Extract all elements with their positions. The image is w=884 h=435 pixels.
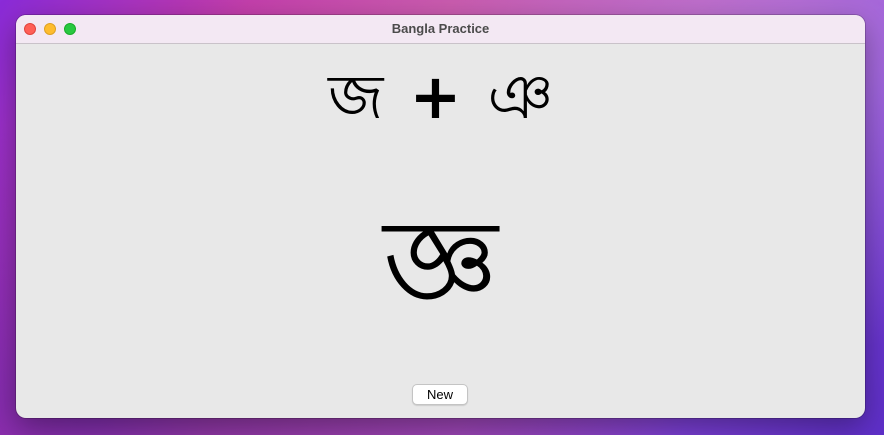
window-title: Bangla Practice (391, 21, 490, 36)
combined-character: জ্ঞ (383, 194, 498, 333)
plus-operator: + (409, 60, 462, 133)
app-window: Bangla Practice জ + ঞ জ্ঞ New (16, 15, 865, 418)
left-character: জ (328, 60, 384, 133)
conjunct-equation: জ + ঞ (16, 62, 865, 132)
title-bar[interactable]: Bangla Practice (16, 15, 865, 44)
practice-area: জ + ঞ জ্ঞ New (16, 44, 865, 418)
new-button[interactable]: New (412, 384, 468, 405)
right-character: ঞ (487, 60, 553, 133)
